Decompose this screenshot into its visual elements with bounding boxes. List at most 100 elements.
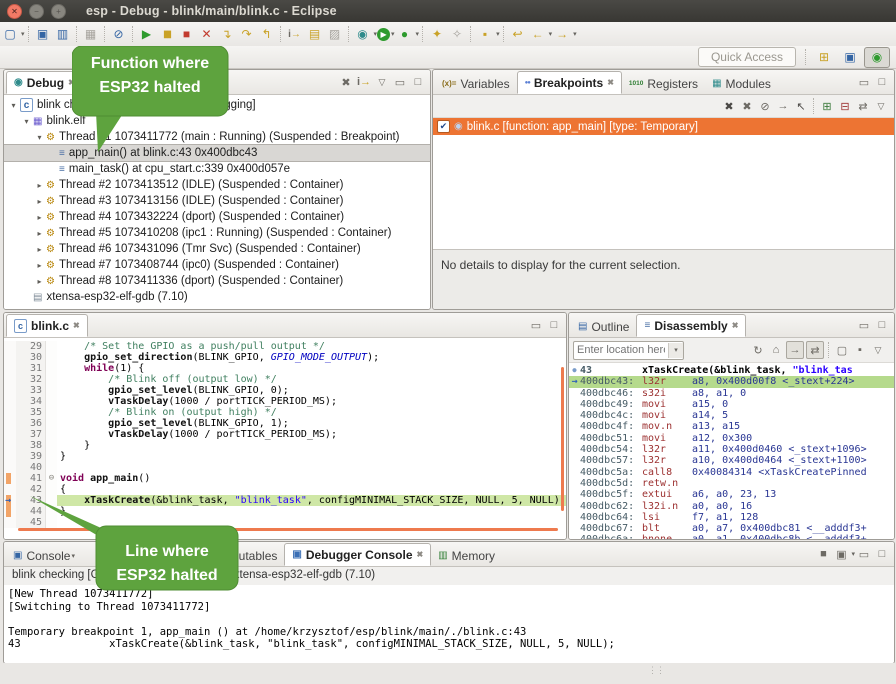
terminate-icon[interactable]: ■ (178, 25, 196, 43)
step-into-icon[interactable]: ↴ (218, 25, 236, 43)
disassembly-row[interactable]: 400dbc4f:mov.na13, a15 (569, 421, 894, 432)
go-to-file-icon[interactable]: → (775, 98, 791, 114)
chevron-down-icon[interactable]: ▾ (391, 30, 395, 38)
tab-registers[interactable]: 1010 Registers (622, 73, 705, 94)
breakpoint-row[interactable]: ✔ ◉ blink.c [function: app_main] [type: … (433, 118, 894, 135)
remove-all-breakpoints-icon[interactable]: ✖ (739, 98, 755, 114)
chevron-down-icon[interactable]: ▾ (851, 550, 855, 558)
tab-outline[interactable]: ▤ Outline (571, 316, 636, 337)
suspend-icon[interactable]: ▮▮ (158, 25, 176, 43)
disassembly-row[interactable]: 400dbc5d:retw.n (569, 478, 894, 489)
expander-icon[interactable]: ▾ (21, 117, 32, 126)
cpp-perspective-icon[interactable]: ▣ (838, 48, 862, 67)
close-icon[interactable]: ✖ (607, 78, 614, 87)
last-edit-location-icon[interactable]: ↩ (509, 25, 527, 43)
maximize-icon[interactable]: □ (874, 546, 890, 562)
show-debug-view-icon[interactable]: ▤ (306, 25, 324, 43)
disassembly-row[interactable]: 400dbc49:movia15, 0 (569, 399, 894, 410)
disassembly-row[interactable]: 400dbc6a:bnonea0, a1, 0x400dbc8b <__addd… (569, 534, 894, 540)
display-console-icon[interactable]: ▣ (833, 546, 849, 562)
expander-icon[interactable]: ▸ (34, 213, 45, 222)
minimize-icon[interactable]: ▭ (392, 74, 408, 90)
expand-all-icon[interactable]: ⊞ (819, 98, 835, 114)
close-icon[interactable]: ✖ (73, 321, 80, 330)
chevron-down-icon[interactable]: ▾ (496, 30, 500, 38)
link-with-debug-view-icon[interactable]: ⇄ (855, 98, 871, 114)
tab-blink-c[interactable]: c blink.c ✖ (6, 314, 88, 337)
fold-icon[interactable]: ⊖ (45, 473, 57, 484)
pin-editor-icon[interactable]: ▪ (476, 25, 494, 43)
save-all-icon[interactable]: ▥ (54, 25, 72, 43)
tree-row[interactable]: ▸⚙Thread #5 1073410208 (ipc1 : Running) … (4, 225, 430, 241)
pin-view-icon[interactable]: ▪ (852, 342, 868, 358)
instruction-stepping-mode-icon[interactable]: i→ (356, 74, 372, 90)
chevron-down-icon[interactable]: ▾ (549, 30, 553, 38)
maximize-icon[interactable]: □ (410, 74, 426, 90)
back-icon[interactable]: ← (529, 25, 547, 43)
window-close-button[interactable]: ✕ (7, 4, 22, 19)
vertical-scrollbar[interactable] (561, 367, 564, 511)
disassembly-row[interactable]: 400dbc57:l32ra10, 0x400d0464 <_stext+110… (569, 455, 894, 466)
new-wizard-icon[interactable]: ▢ (1, 25, 19, 43)
disassembly-row[interactable]: 400dbc51:movia12, 0x300 (569, 433, 894, 444)
remove-breakpoint-icon[interactable]: ✖ (721, 98, 737, 114)
code-line[interactable]: 35 /* Blink on (output high) */ (4, 407, 566, 418)
collapse-all-icon[interactable]: ⊟ (837, 98, 853, 114)
tab-variables[interactable]: (x)= Variables (435, 73, 517, 94)
window-maximize-button[interactable]: + (51, 4, 66, 19)
code-line[interactable]: 29 /* Set the GPIO as a push/pull output… (4, 341, 566, 352)
code-line[interactable]: 41⊖void app_main() (4, 473, 566, 484)
forward-icon[interactable]: → (553, 25, 571, 43)
disassembly-row[interactable]: 400dbc62:l32i.na0, a0, 16 (569, 501, 894, 512)
tree-row[interactable]: ▸⚙Thread #6 1073431096 (Tmr Svc) (Suspen… (4, 241, 430, 257)
tree-row[interactable]: ▸⚙Thread #2 1073413512 (IDLE) (Suspended… (4, 177, 430, 193)
disassembly-row[interactable]: 400dbc4c:movia14, 5 (569, 410, 894, 421)
tree-row[interactable]: ≡main_task() at cpu_start.c:339 0x400d05… (4, 161, 430, 177)
maximize-icon[interactable]: □ (874, 317, 890, 333)
minimize-icon[interactable]: ▭ (856, 317, 872, 333)
sash-grip[interactable]: ⋮⋮ (648, 665, 664, 676)
new-view-icon[interactable]: ▢ (834, 342, 850, 358)
tab-modules[interactable]: ▦ Modules (705, 73, 778, 94)
chevron-down-icon[interactable]: ▾ (573, 30, 577, 38)
go-to-pc-icon[interactable]: → (786, 341, 804, 359)
search-icon[interactable]: ✧ (448, 25, 466, 43)
debug-launch-icon[interactable]: ◉ (354, 25, 372, 43)
expander-icon[interactable]: ▸ (34, 229, 45, 238)
instruction-stepping-icon[interactable]: i→ (286, 25, 304, 43)
disassembly-row[interactable]: →400dbc43:l32ra8, 0x400d00f8 <_stext+224… (569, 376, 894, 387)
expander-icon[interactable]: ▸ (34, 181, 45, 190)
terminate-console-icon[interactable]: ■ (815, 546, 831, 562)
minimize-icon[interactable]: ▭ (856, 74, 872, 90)
tab-breakpoints[interactable]: ●● Breakpoints ✖ (517, 71, 622, 94)
disconnect-icon[interactable]: ✕ (198, 25, 216, 43)
code-line[interactable]: 38 } (4, 440, 566, 451)
chevron-down-icon[interactable]: ▾ (668, 343, 683, 358)
open-element-icon[interactable]: ✦ (428, 25, 446, 43)
code-line[interactable]: 40 (4, 462, 566, 473)
step-return-icon[interactable]: ↰ (258, 25, 276, 43)
remove-terminated-icon[interactable]: ✖ (338, 74, 354, 90)
code-line[interactable]: 34 vTaskDelay(1000 / portTICK_PERIOD_MS)… (4, 396, 566, 407)
tree-row[interactable]: ▤xtensa-esp32-elf-gdb (7.10) (4, 289, 430, 305)
console-output[interactable]: [New Thread 1073411772][Switching to Thr… (4, 585, 894, 664)
disassembly-listing[interactable]: ●43xTaskCreate(&blink_task, "blink_tas→4… (569, 363, 894, 540)
tab-memory[interactable]: ▥ Memory (431, 545, 502, 566)
expander-icon[interactable]: ▸ (34, 197, 45, 206)
expander-icon[interactable]: ▸ (34, 261, 45, 270)
disassembly-row[interactable]: 400dbc5f:extuia6, a0, 23, 13 (569, 489, 894, 500)
select-default-icon[interactable]: ↖ (793, 98, 809, 114)
run-launch-icon[interactable]: ▶ (377, 28, 390, 41)
code-line[interactable]: 31 while(1) { (4, 363, 566, 374)
tree-row[interactable]: ▸⚙Thread #8 1073411336 (dport) (Suspende… (4, 273, 430, 289)
step-over-icon[interactable]: ↷ (238, 25, 256, 43)
save-icon[interactable]: ▣ (34, 25, 52, 43)
build-icon[interactable]: ▦ (82, 25, 100, 43)
code-line[interactable]: 33 gpio_set_level(BLINK_GPIO, 0); (4, 385, 566, 396)
disassembly-row[interactable]: 400dbc67:blta0, a7, 0x400dbc81 <__adddf3… (569, 523, 894, 534)
tab-disassembly[interactable]: ≡ Disassembly ✖ (636, 314, 746, 337)
home-icon[interactable]: ⌂ (768, 342, 784, 358)
expander-icon[interactable]: ▾ (34, 133, 45, 142)
disassembly-row[interactable]: ●43xTaskCreate(&blink_task, "blink_tas (569, 365, 894, 376)
resume-icon[interactable]: ▶ (138, 25, 156, 43)
